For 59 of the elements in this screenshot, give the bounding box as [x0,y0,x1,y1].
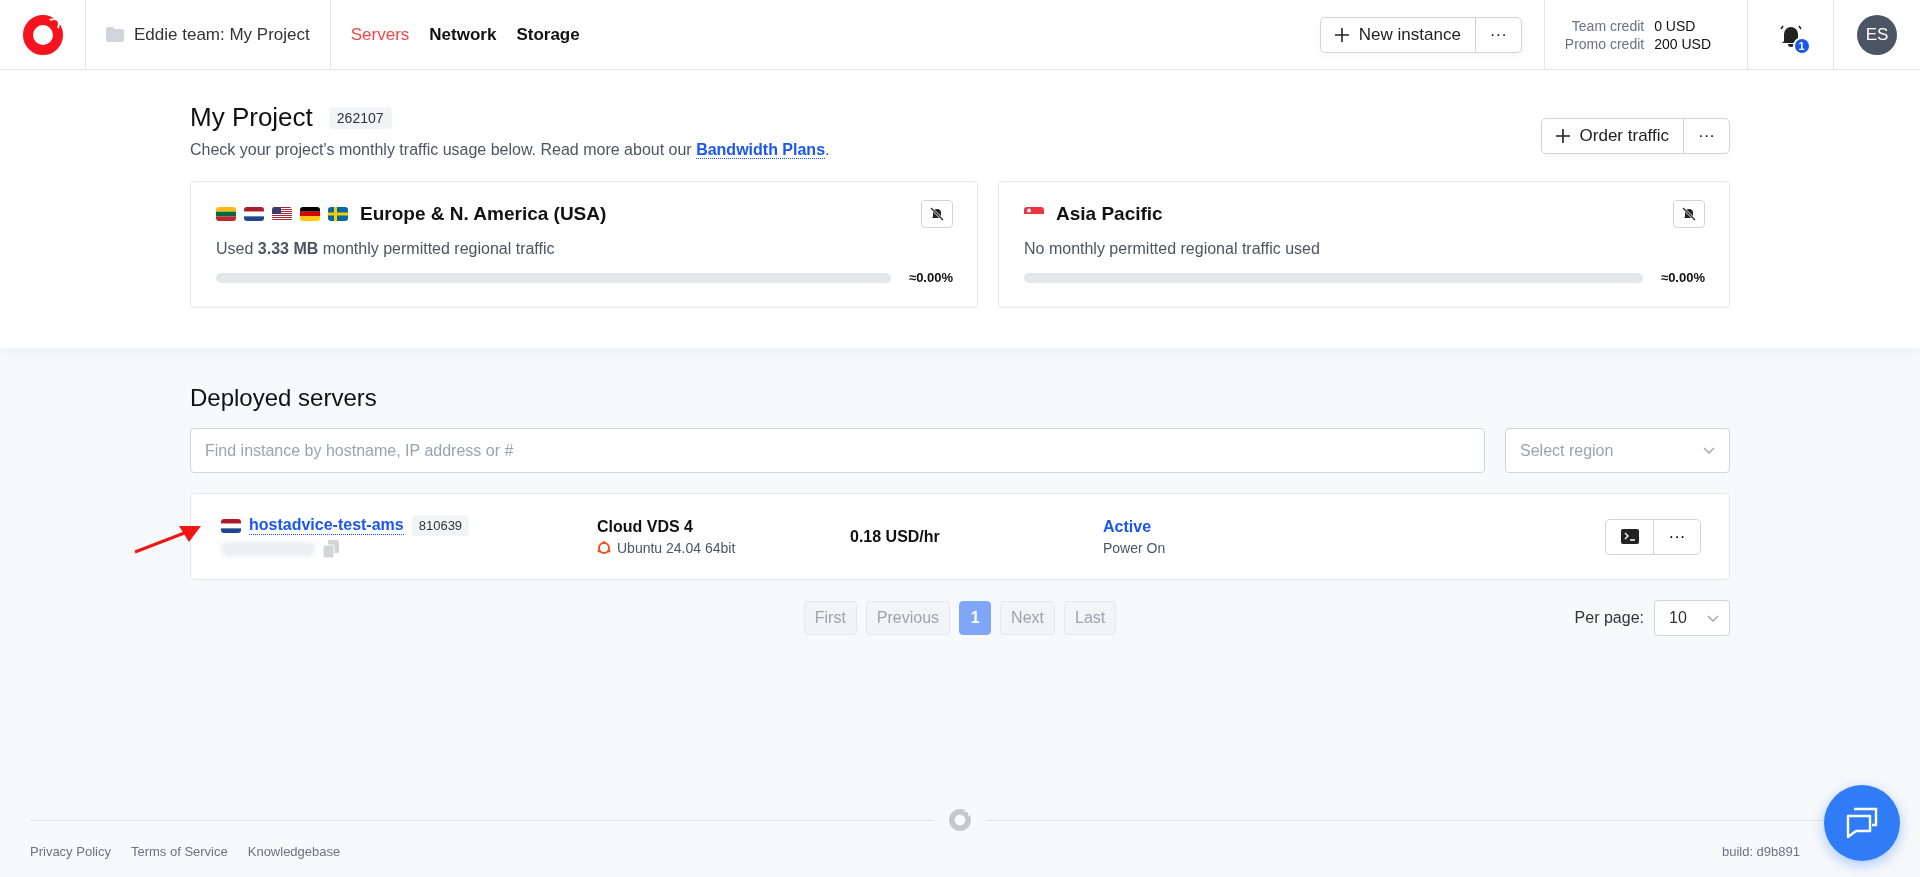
flag-icon [244,207,264,221]
section-title: Deployed servers [190,384,378,412]
more-button[interactable]: ··· [1474,17,1521,52]
credit-value: 0 USD [1654,16,1697,35]
footer-link[interactable]: Knowledgebase [247,844,341,859]
usage-percent: ≈0.00% [1661,270,1705,285]
project-title: My Project [190,102,313,133]
usage-text: Used 3.33 MB monthly permitted regional traffic [216,240,556,258]
new-instance-button[interactable]: New instance [1320,17,1475,52]
hostname-link[interactable]: hostadvice-test-ams [249,516,404,535]
project-id: 262107 [328,106,392,129]
nav-tab[interactable]: Network [429,24,497,45]
server-status: Active [1103,517,1153,536]
mute-button[interactable] [1673,200,1705,228]
footer-logo-icon [948,808,972,832]
plan-name: Cloud VDS 4 [597,517,694,536]
build-label: build: d9b891 [1721,844,1800,859]
bell-off-icon [930,207,944,221]
flag-icon [216,207,236,221]
logo-icon [20,12,65,57]
region-name: Europe & N. America (USA) [360,203,608,225]
user-avatar[interactable]: ES [1857,14,1897,55]
nav-tab[interactable]: Servers [350,24,410,45]
flag-icon [328,207,348,221]
per-page-label: Per page: [1574,609,1644,627]
server-id: 810639 [411,515,470,536]
power-state: Power On [1103,539,1167,556]
usage-text: No monthly permitted regional traffic used [1024,240,1321,258]
flag-icon [272,207,292,221]
more-button[interactable]: ··· [1683,119,1729,153]
more-button[interactable]: ··· [1653,519,1700,554]
footer-link[interactable]: Privacy Policy [30,844,111,859]
plus-icon [1334,27,1349,42]
chat-button[interactable] [1824,785,1900,861]
credit-label: Promo credit [1564,34,1645,53]
search-field[interactable]: Find instance by hostname, IP address or # [190,428,1485,473]
credit-value: 200 USD [1654,34,1711,53]
credit-label: Team credit [1570,16,1645,35]
nav-tab[interactable]: Storage [516,24,580,45]
terminal-icon [1620,529,1639,544]
flag-icon [221,518,241,533]
chevron-down-icon [1707,614,1719,622]
order-traffic-button[interactable]: Order traffic [1541,119,1683,153]
footer-link[interactable]: Terms of Service [130,844,228,859]
project-description: Check your project's monthly traffic usage below. Read more about our Bandwidth Plans. [190,141,830,159]
usage-percent: ≈0.00% [909,270,953,285]
mute-button[interactable] [921,200,953,228]
flag-icon [300,207,320,221]
os-name: Ubuntu 24.04 64bit [617,539,736,556]
plus-icon [1555,129,1570,143]
region-name: Asia Pacific [1056,203,1164,225]
chevron-down-icon [1703,447,1715,454]
folder-icon [106,27,124,42]
bell-off-icon [1682,207,1696,221]
project-name[interactable]: Eddie team: My Project [134,24,310,45]
price: 0.18 USD/hr [850,527,941,546]
chat-icon [1845,807,1879,839]
os-icon [597,540,611,555]
per-page-select[interactable]: 10 [1654,600,1730,636]
